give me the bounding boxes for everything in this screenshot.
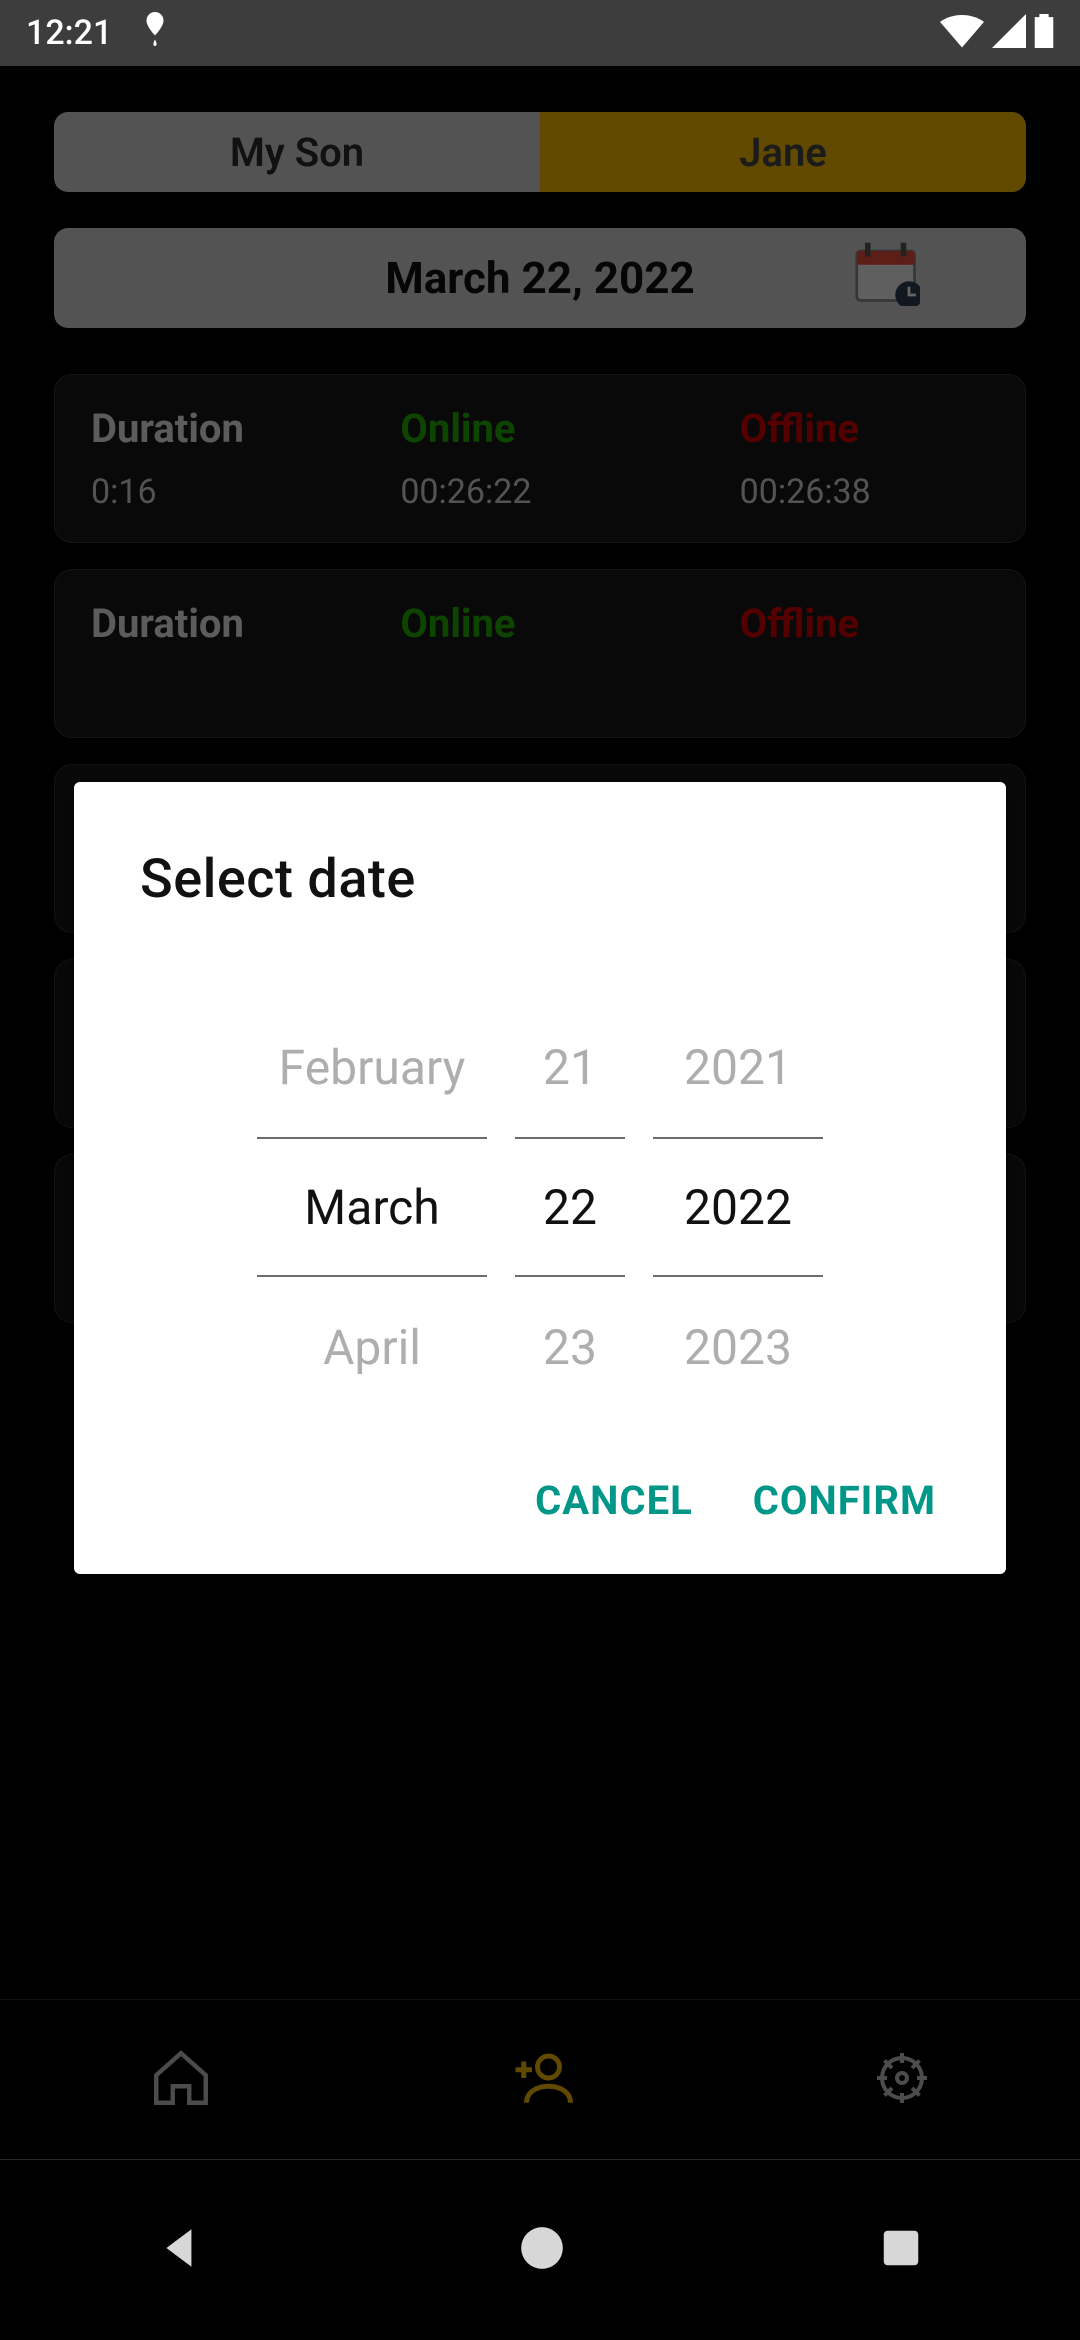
android-nav-bar — [0, 2160, 1080, 2340]
month-prev[interactable]: February — [257, 997, 487, 1137]
day-next[interactable]: 23 — [515, 1277, 625, 1417]
cancel-button[interactable]: CANCEL — [535, 1477, 693, 1524]
month-next[interactable]: April — [257, 1277, 487, 1417]
month-current[interactable]: March — [257, 1137, 487, 1277]
android-status-bar: 12:21 — [0, 0, 1080, 66]
confirm-button[interactable]: CONFIRM — [753, 1477, 936, 1524]
location-icon — [142, 12, 168, 55]
select-date-dialog: Select date February March April 21 22 2… — [74, 782, 1006, 1574]
cellular-icon — [992, 14, 1026, 52]
app-screen: My Son Jane March 22, 2022 DurationOnlin… — [0, 66, 1080, 2160]
wifi-icon — [940, 14, 984, 52]
home-button[interactable] — [517, 2223, 567, 2277]
dialog-actions: CANCEL CONFIRM — [74, 1427, 1006, 1524]
recents-button[interactable] — [878, 2225, 924, 2275]
day-current[interactable]: 22 — [515, 1137, 625, 1277]
year-picker[interactable]: 2021 2022 2023 — [653, 997, 823, 1417]
back-button[interactable] — [156, 2223, 206, 2277]
day-prev[interactable]: 21 — [515, 997, 625, 1137]
year-next[interactable]: 2023 — [653, 1277, 823, 1417]
date-picker: February March April 21 22 23 2021 2022 … — [74, 937, 1006, 1427]
year-current[interactable]: 2022 — [653, 1137, 823, 1277]
battery-icon — [1034, 14, 1054, 52]
day-picker[interactable]: 21 22 23 — [515, 997, 625, 1417]
status-time: 12:21 — [26, 13, 112, 53]
year-prev[interactable]: 2021 — [653, 997, 823, 1137]
month-picker[interactable]: February March April — [257, 997, 487, 1417]
dialog-title: Select date — [74, 848, 1006, 937]
